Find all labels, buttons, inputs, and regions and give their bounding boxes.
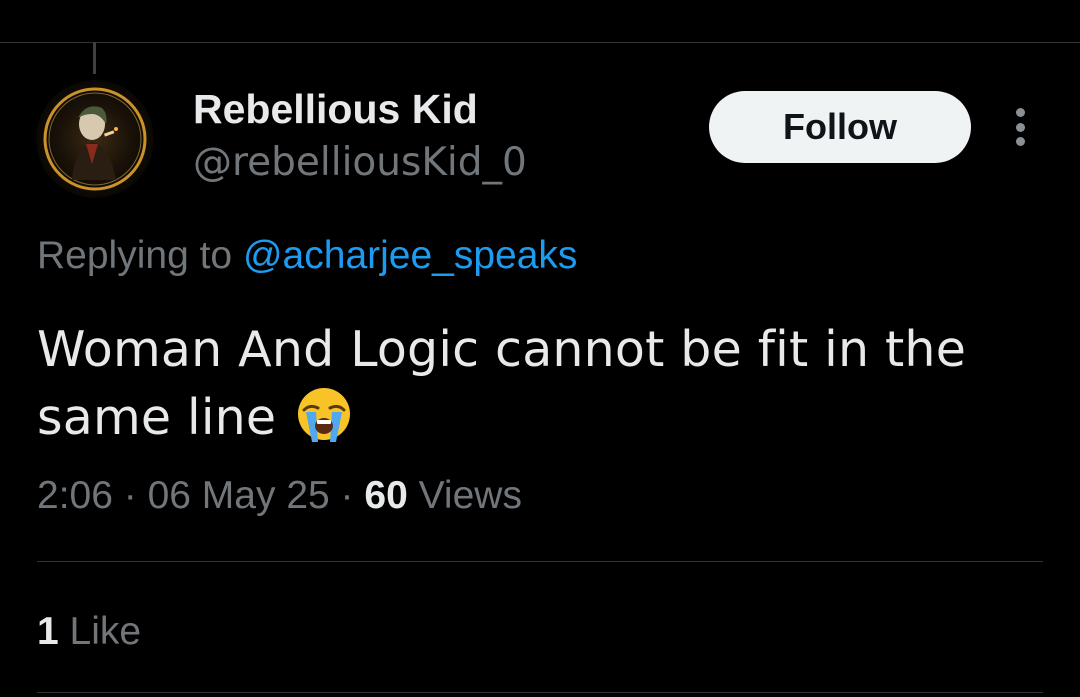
tweet-text: Woman And Logic cannot be fit in the sam… — [37, 321, 967, 446]
views-label: Views — [418, 474, 522, 517]
loudly-crying-face-emoji-icon — [296, 386, 352, 460]
more-vertical-icon — [1015, 108, 1025, 117]
avatar[interactable] — [36, 80, 154, 198]
user-handle[interactable]: @rebelliousKid_0 — [193, 140, 527, 185]
more-options-button[interactable] — [1000, 104, 1040, 150]
follow-button[interactable]: Follow — [709, 91, 971, 163]
more-vertical-icon-dot — [1015, 137, 1025, 146]
more-vertical-icon-dot — [1015, 122, 1025, 132]
tweet-meta: 2:06 · 06 May 25 · 60 Views — [37, 474, 522, 518]
views-count: 60 — [364, 474, 408, 517]
thread-connector-line — [93, 42, 96, 74]
likes-link[interactable]: 1 Like — [37, 610, 141, 654]
display-name[interactable]: Rebellious Kid — [193, 86, 478, 133]
top-divider — [0, 42, 1080, 43]
replying-to-line: Replying to @acharjee_speaks — [37, 234, 577, 278]
tweet-date[interactable]: 06 May 25 — [148, 474, 330, 517]
replying-to-label: Replying to — [37, 234, 233, 277]
likes-count: 1 — [37, 610, 59, 653]
meta-separator: · — [340, 474, 354, 517]
likes-label: Like — [69, 610, 142, 653]
reply-mention-link[interactable]: @acharjee_speaks — [243, 234, 577, 277]
tweet-body: Woman And Logic cannot be fit in the sam… — [37, 316, 1017, 460]
divider — [37, 561, 1043, 562]
tweet-time[interactable]: 2:06 — [37, 474, 113, 517]
divider — [37, 692, 1043, 693]
meta-separator: · — [123, 474, 137, 517]
